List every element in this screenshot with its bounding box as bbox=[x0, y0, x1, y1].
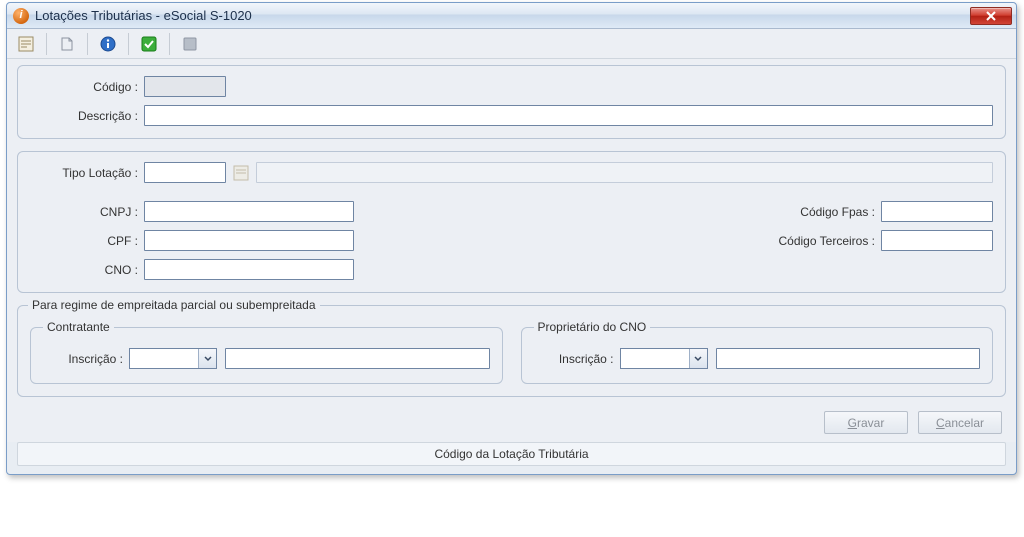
close-icon bbox=[986, 11, 996, 21]
gravar-button[interactable]: Gravar bbox=[824, 411, 908, 434]
codigo-terceiros-field[interactable] bbox=[881, 230, 993, 251]
client-area: Código : Descrição : Tipo Lotação : bbox=[7, 59, 1016, 442]
codigo-fpas-label: Código Fpas : bbox=[735, 205, 875, 219]
descricao-label: Descrição : bbox=[30, 109, 138, 123]
document-icon bbox=[58, 35, 76, 53]
contratante-inscricao-label: Inscrição : bbox=[43, 352, 123, 366]
gravar-label-rest: ravar bbox=[857, 416, 884, 430]
window: i Lotações Tributárias - eSocial S-1020 bbox=[6, 2, 1017, 475]
proprietario-inscricao-label: Inscrição : bbox=[534, 352, 614, 366]
group-proprietario: Proprietário do CNO Inscrição : bbox=[521, 320, 994, 384]
group-contratante-title: Contratante bbox=[43, 320, 114, 334]
cancelar-label-rest: ancelar bbox=[945, 416, 984, 430]
codigo-label: Código : bbox=[30, 80, 138, 94]
tipo-lotacao-label: Tipo Lotação : bbox=[30, 166, 138, 180]
cpf-label: CPF : bbox=[30, 234, 138, 248]
toolbar-confirm-button[interactable] bbox=[134, 31, 164, 57]
statusbar: Código da Lotação Tributária bbox=[17, 442, 1006, 466]
tipo-lotacao-desc bbox=[256, 162, 993, 183]
contratante-tipo-combo[interactable] bbox=[129, 348, 217, 369]
statusbar-text: Código da Lotação Tributária bbox=[434, 447, 588, 461]
group-detalhes: Tipo Lotação : CNPJ : bbox=[17, 151, 1006, 293]
chevron-down-icon[interactable] bbox=[198, 349, 216, 368]
cnpj-field[interactable] bbox=[144, 201, 354, 222]
titlebar: i Lotações Tributárias - eSocial S-1020 bbox=[7, 3, 1016, 29]
app-icon: i bbox=[13, 8, 29, 24]
cno-label: CNO : bbox=[30, 263, 138, 277]
group-regime: Para regime de empreitada parcial ou sub… bbox=[17, 305, 1006, 397]
proprietario-tipo-combo[interactable] bbox=[620, 348, 708, 369]
form-icon bbox=[17, 35, 35, 53]
proprietario-numero-field[interactable] bbox=[716, 348, 981, 369]
cpf-field[interactable] bbox=[144, 230, 354, 251]
codigo-field[interactable] bbox=[144, 76, 226, 97]
close-button[interactable] bbox=[970, 7, 1012, 25]
toolbar-separator bbox=[169, 33, 170, 55]
contratante-numero-field[interactable] bbox=[225, 348, 490, 369]
cancelar-hotkey: C bbox=[936, 416, 945, 430]
group-contratante: Contratante Inscrição : bbox=[30, 320, 503, 384]
toolbar-separator bbox=[46, 33, 47, 55]
toolbar-info-button[interactable] bbox=[93, 31, 123, 57]
descricao-field[interactable] bbox=[144, 105, 993, 126]
toolbar-record-button[interactable] bbox=[175, 31, 205, 57]
chevron-down-icon[interactable] bbox=[689, 349, 707, 368]
toolbar-delete-button[interactable] bbox=[52, 31, 82, 57]
toolbar bbox=[7, 29, 1016, 59]
group-proprietario-title: Proprietário do CNO bbox=[534, 320, 651, 334]
lookup-icon[interactable] bbox=[232, 164, 250, 182]
tipo-lotacao-field[interactable] bbox=[144, 162, 226, 183]
cno-field[interactable] bbox=[144, 259, 354, 280]
codigo-terceiros-label: Código Terceiros : bbox=[735, 234, 875, 248]
cancelar-button[interactable]: Cancelar bbox=[918, 411, 1002, 434]
group-identificacao: Código : Descrição : bbox=[17, 65, 1006, 139]
codigo-fpas-field[interactable] bbox=[881, 201, 993, 222]
info-icon bbox=[99, 35, 117, 53]
button-bar: Gravar Cancelar bbox=[17, 409, 1006, 434]
toolbar-separator bbox=[128, 33, 129, 55]
confirm-icon bbox=[140, 35, 158, 53]
toolbar-separator bbox=[87, 33, 88, 55]
record-icon bbox=[181, 35, 199, 53]
window-title: Lotações Tributárias - eSocial S-1020 bbox=[35, 8, 970, 23]
group-regime-title: Para regime de empreitada parcial ou sub… bbox=[28, 298, 320, 312]
toolbar-new-button[interactable] bbox=[11, 31, 41, 57]
gravar-hotkey: G bbox=[848, 416, 857, 430]
cnpj-label: CNPJ : bbox=[30, 205, 138, 219]
